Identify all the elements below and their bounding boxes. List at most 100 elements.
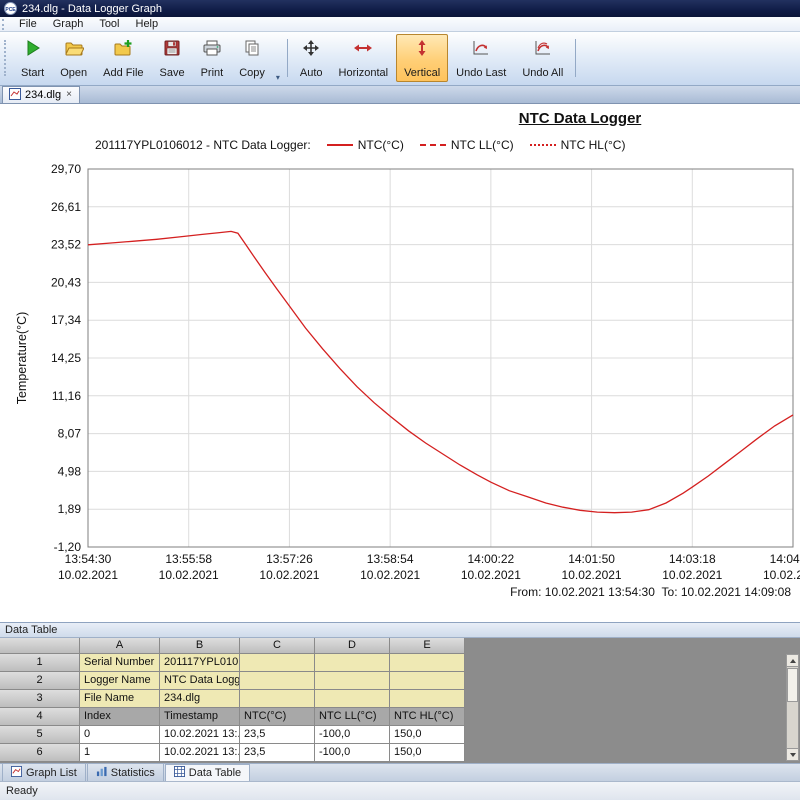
window-title: 234.dlg - Data Logger Graph (22, 3, 162, 15)
copy-icon (243, 39, 261, 60)
add-file-button[interactable]: Add File (95, 34, 151, 82)
table-cell[interactable] (390, 654, 465, 672)
toolbar: Start Open Add File Save Print Copy Auto (0, 32, 800, 86)
scroll-up-icon[interactable] (787, 655, 798, 667)
zoom-vertical-button[interactable]: Vertical (396, 34, 448, 82)
table-cell[interactable] (390, 690, 465, 708)
add-file-label: Add File (103, 67, 143, 79)
table-cell[interactable] (315, 690, 390, 708)
zoom-auto-button[interactable]: Auto (292, 34, 331, 82)
table-cell[interactable]: 201117YPL010... (160, 654, 240, 672)
print-icon (202, 39, 222, 60)
table-cell[interactable]: 23,5 (240, 726, 315, 744)
tab-data-table[interactable]: Data Table (165, 764, 250, 781)
menu-graph[interactable]: Graph (45, 17, 92, 31)
y-tick-label: 1,89 (58, 502, 82, 516)
tab-graph-list-label: Graph List (26, 767, 77, 779)
y-tick-label: 11,16 (52, 389, 81, 403)
zoom-horizontal-button[interactable]: Horizontal (331, 34, 397, 82)
undo-all-button[interactable]: Undo All (514, 34, 571, 82)
row-number[interactable]: 2 (0, 672, 80, 690)
tab-statistics[interactable]: Statistics (87, 764, 164, 781)
copy-label: Copy (239, 67, 265, 79)
undo-last-label: Undo Last (456, 67, 506, 79)
table-cell[interactable]: NTC LL(°C) (315, 708, 390, 726)
column-header-e[interactable]: E (390, 638, 465, 654)
menu-help[interactable]: Help (128, 17, 167, 31)
table-cell[interactable] (240, 654, 315, 672)
time-range-label: From: 10.02.2021 13:54:30 To: 10.02.2021… (510, 585, 791, 599)
table-cell[interactable] (390, 672, 465, 690)
chart-title: NTC Data Logger (519, 110, 642, 127)
x-tick-time: 13:55:58 (165, 552, 212, 566)
undo-all-icon (533, 39, 553, 60)
tab-234dlg[interactable]: 234.dlg (2, 86, 80, 103)
table-cell[interactable]: Timestamp (160, 708, 240, 726)
vertical-arrows-icon (413, 39, 431, 60)
table-cell[interactable]: 150,0 (390, 744, 465, 762)
row-number[interactable]: 6 (0, 744, 80, 762)
table-cell[interactable]: -100,0 (315, 726, 390, 744)
y-tick-label: 29,70 (51, 162, 81, 176)
table-cell[interactable]: Serial Number (80, 654, 160, 672)
column-header-a[interactable]: A (80, 638, 160, 654)
row-number[interactable]: 5 (0, 726, 80, 744)
column-header-b[interactable]: B (160, 638, 240, 654)
table-cell[interactable]: 0 (80, 726, 160, 744)
chart-plot[interactable]: 13:54:3010.02.202113:55:5810.02.202113:5… (0, 104, 800, 623)
horizontal-label: Horizontal (339, 67, 389, 79)
scrollbar-thumb[interactable] (787, 668, 798, 702)
toolbar-overflow-button[interactable] (273, 34, 283, 82)
table-cell[interactable]: 150,0 (390, 726, 465, 744)
table-corner-cell[interactable] (0, 638, 80, 654)
save-button[interactable]: Save (152, 34, 193, 82)
row-number[interactable]: 3 (0, 690, 80, 708)
y-axis-title: Temperature(°C) (15, 312, 29, 405)
x-tick-time: 14:00:22 (467, 552, 514, 566)
start-label: Start (21, 67, 44, 79)
table-cell[interactable]: 1 (80, 744, 160, 762)
table-cell[interactable]: File Name (80, 690, 160, 708)
pce-logo-icon: PCE (4, 2, 17, 15)
column-header-d[interactable]: D (315, 638, 390, 654)
x-tick-date: 10.02.2021 (58, 568, 118, 582)
graph-document-icon (9, 88, 21, 103)
table-cell[interactable]: NTC HL(°C) (390, 708, 465, 726)
data-table-panel-header[interactable]: Data Table (0, 623, 800, 638)
scroll-down-icon[interactable] (787, 748, 798, 760)
table-cell[interactable] (315, 672, 390, 690)
graph-list-icon (11, 766, 22, 780)
toolbar-grip-handle[interactable] (4, 40, 9, 76)
table-scrollbar[interactable] (786, 654, 799, 761)
table-cell[interactable]: 10.02.2021 13:... (160, 726, 240, 744)
row-number[interactable]: 4 (0, 708, 80, 726)
legend-item-ntc-hl: NTC HL(°C) (530, 138, 626, 152)
start-button[interactable]: Start (13, 34, 52, 82)
undo-last-button[interactable]: Undo Last (448, 34, 514, 82)
table-row: 2Logger NameNTC Data Logger (0, 672, 800, 690)
menu-tool[interactable]: Tool (91, 17, 127, 31)
tab-close-icon[interactable] (65, 90, 73, 100)
table-cell[interactable]: 23,5 (240, 744, 315, 762)
table-cell[interactable]: 234.dlg (160, 690, 240, 708)
legend-label-ntc: NTC(°C) (358, 138, 404, 152)
copy-button[interactable]: Copy (231, 34, 273, 82)
y-tick-label: 14,25 (51, 351, 81, 365)
row-number[interactable]: 1 (0, 654, 80, 672)
menu-grip-handle[interactable] (2, 19, 7, 30)
table-cell[interactable]: NTC(°C) (240, 708, 315, 726)
table-cell[interactable] (240, 672, 315, 690)
table-cell[interactable]: 10.02.2021 13:... (160, 744, 240, 762)
table-cell[interactable]: Logger Name (80, 672, 160, 690)
table-cell[interactable]: -100,0 (315, 744, 390, 762)
open-button[interactable]: Open (52, 34, 95, 82)
auto-zoom-icon (302, 39, 320, 60)
tab-graph-list[interactable]: Graph List (2, 764, 86, 781)
column-header-c[interactable]: C (240, 638, 315, 654)
table-cell[interactable]: NTC Data Logger (160, 672, 240, 690)
table-cell[interactable]: Index (80, 708, 160, 726)
table-cell[interactable] (240, 690, 315, 708)
print-button[interactable]: Print (193, 34, 232, 82)
menu-file[interactable]: File (11, 17, 45, 31)
table-cell[interactable] (315, 654, 390, 672)
